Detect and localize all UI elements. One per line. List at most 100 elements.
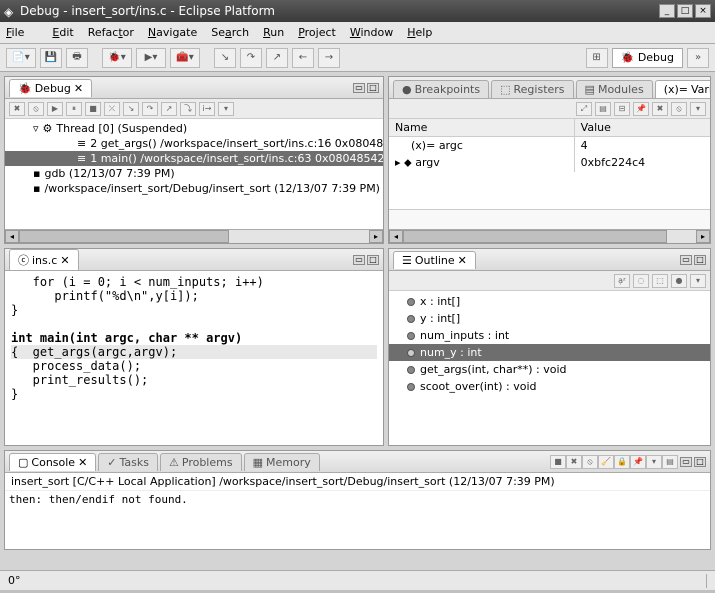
show-logical-button[interactable]: ▤ [595, 102, 611, 116]
col-name-header[interactable]: Name [389, 119, 575, 136]
outline-item[interactable]: num_y : int [389, 344, 710, 361]
menu-refactor[interactable]: Refactor [88, 26, 134, 39]
maximize-button[interactable]: □ [677, 4, 693, 18]
save-button[interactable]: 💾 [40, 48, 62, 68]
run-button[interactable]: ▶▾ [136, 48, 166, 68]
drop-frame-button[interactable]: ⤵ [180, 102, 196, 116]
view-menu-button[interactable]: ▾ [218, 102, 234, 116]
print-button[interactable]: 🖶 [66, 48, 88, 68]
terminate-button[interactable]: ■ [85, 102, 101, 116]
close-icon[interactable]: ✕ [458, 254, 467, 267]
tab-registers[interactable]: ⬚Registers [491, 80, 573, 98]
table-row[interactable]: ▸ ⬥ argv 0xbfc224c4 [389, 154, 710, 172]
show-type-button[interactable]: ⤢ [576, 102, 592, 116]
pin-button[interactable]: 📌 [633, 102, 649, 116]
display-selected-button[interactable]: ▾ [646, 455, 662, 469]
pane-maximize-button[interactable]: □ [367, 83, 379, 93]
pane-maximize-button[interactable]: □ [694, 457, 706, 467]
tab-console[interactable]: ▢ Console ✕ [9, 453, 96, 471]
close-icon[interactable]: ✕ [60, 254, 69, 267]
step-return-button[interactable]: ↗ [161, 102, 177, 116]
outline-item[interactable]: get_args(int, char**) : void [389, 361, 710, 378]
resume-button[interactable]: ▶ [47, 102, 63, 116]
remove-all-button[interactable]: ⦸ [28, 102, 44, 116]
vars-h-scroll[interactable]: ◂ ▸ [389, 229, 710, 243]
pane-maximize-button[interactable]: □ [694, 255, 706, 265]
outline-item[interactable]: num_inputs : int [389, 327, 710, 344]
instr-step-button[interactable]: i→ [199, 102, 215, 116]
thread-node[interactable]: ▿ ⚙ Thread [0] (Suspended) [5, 121, 383, 136]
pane-minimize-button[interactable]: ▭ [680, 457, 692, 467]
tab-breakpoints[interactable]: ●Breakpoints [393, 80, 489, 98]
new-button[interactable]: 📄▾ [6, 48, 36, 68]
hide-fields-button[interactable]: ◌ [633, 274, 649, 288]
close-button[interactable]: × [695, 4, 711, 18]
debug-h-scroll[interactable]: ◂ ▸ [5, 229, 383, 243]
outline-item[interactable]: x : int[] [389, 293, 710, 310]
step-over-toolbar-button[interactable]: ↷ [240, 48, 262, 68]
console-output[interactable]: then: then/endif not found. [5, 491, 710, 549]
nav-back-button[interactable]: ← [292, 48, 314, 68]
tab-problems[interactable]: ⚠Problems [160, 453, 242, 471]
tab-outline[interactable]: ☰ Outline ✕ [393, 251, 476, 269]
menu-run[interactable]: Run [263, 26, 284, 39]
menu-project[interactable]: Project [298, 26, 336, 39]
minimize-button[interactable]: _ [659, 4, 675, 18]
close-icon[interactable]: ✕ [78, 456, 87, 469]
collapse-button[interactable]: ⊟ [614, 102, 630, 116]
outline-item[interactable]: scoot_over(int) : void [389, 378, 710, 395]
menu-window[interactable]: Window [350, 26, 393, 39]
menu-help[interactable]: Help [407, 26, 432, 39]
remove-launch-button[interactable]: ✖ [566, 455, 582, 469]
remove-all-button[interactable]: ⦸ [671, 102, 687, 116]
pane-minimize-button[interactable]: ▭ [353, 255, 365, 265]
tab-ins-c[interactable]: ⓒ ins.c ✕ [9, 249, 79, 270]
remove-button[interactable]: ✖ [9, 102, 25, 116]
outline-list[interactable]: x : int[] y : int[] num_inputs : int num… [389, 291, 710, 445]
terminate-console-button[interactable]: ■ [550, 455, 566, 469]
step-over-button[interactable]: ↷ [142, 102, 158, 116]
scroll-left-button[interactable]: ◂ [389, 230, 403, 243]
scroll-left-button[interactable]: ◂ [5, 230, 19, 243]
menu-file[interactable]: File [6, 26, 38, 39]
gdb-node[interactable]: ▪ gdb (12/13/07 7:39 PM) [5, 166, 383, 181]
expand-icon[interactable]: ▸ [395, 156, 404, 169]
tab-variables[interactable]: (x)=Variables [655, 80, 711, 98]
tab-modules[interactable]: ▤Modules [576, 80, 653, 98]
pane-minimize-button[interactable]: ▭ [680, 255, 692, 265]
stack-frame-1[interactable]: ≡ 1 main() /workspace/insert_sort/ins.c:… [5, 151, 383, 166]
tab-memory[interactable]: ▦Memory [244, 453, 320, 471]
remove-all-button[interactable]: ⦸ [582, 455, 598, 469]
nav-fwd-button[interactable]: → [318, 48, 340, 68]
suspend-button[interactable]: ⏸ [66, 102, 82, 116]
remove-button[interactable]: ✖ [652, 102, 668, 116]
menu-search[interactable]: Search [211, 26, 249, 39]
menu-navigate[interactable]: Navigate [148, 26, 197, 39]
tab-tasks[interactable]: ✓Tasks [98, 453, 158, 471]
view-menu-button[interactable]: ▾ [690, 102, 706, 116]
clear-console-button[interactable]: 🧹 [598, 455, 614, 469]
close-icon[interactable]: ✕ [74, 82, 83, 95]
tab-debug[interactable]: 🐞 Debug ✕ [9, 79, 92, 97]
step-in-toolbar-button[interactable]: ↘ [214, 48, 236, 68]
exe-node[interactable]: ▪ /workspace/insert_sort/Debug/insert_so… [5, 181, 383, 196]
menu-edit[interactable]: Edit [52, 26, 73, 39]
table-row[interactable]: (x)= argc 4 [389, 137, 710, 154]
perspective-debug[interactable]: 🐞 Debug [612, 48, 683, 68]
sort-button[interactable]: ạᶻ [614, 274, 630, 288]
perspective-more-button[interactable]: » [687, 48, 709, 68]
debug-stack-tree[interactable]: ▿ ⚙ Thread [0] (Suspended) ≡ 2 get_args(… [5, 119, 383, 229]
ext-tools-button[interactable]: 🧰▾ [170, 48, 200, 68]
perspective-switch-button[interactable]: ⊞ [586, 48, 608, 68]
view-menu-button[interactable]: ▾ [690, 274, 706, 288]
open-console-button[interactable]: ▤ [662, 455, 678, 469]
hide-nonpublic-button[interactable]: ● [671, 274, 687, 288]
step-into-button[interactable]: ↘ [123, 102, 139, 116]
expand-icon[interactable]: ▿ [33, 122, 39, 135]
code-editor[interactable]: for (i = 0; i < num_inputs; i++) printf(… [5, 271, 383, 445]
disconnect-button[interactable]: ⤫ [104, 102, 120, 116]
pane-minimize-button[interactable]: ▭ [353, 83, 365, 93]
stack-frame-2[interactable]: ≡ 2 get_args() /workspace/insert_sort/in… [5, 136, 383, 151]
pane-maximize-button[interactable]: □ [367, 255, 379, 265]
outline-item[interactable]: y : int[] [389, 310, 710, 327]
